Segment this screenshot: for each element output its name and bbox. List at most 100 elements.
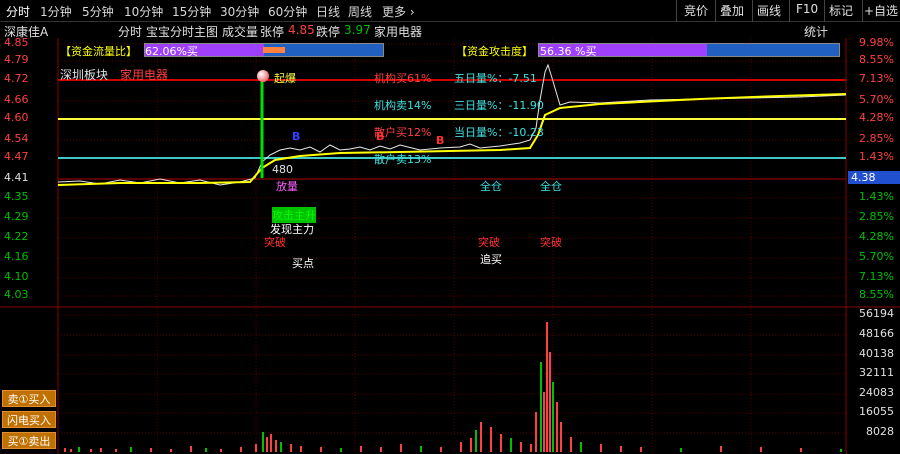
sell1-buy-button[interactable]: 卖①买入 — [2, 390, 56, 407]
volume-bar — [275, 440, 277, 452]
limit-up-value: 4.85 — [288, 23, 315, 37]
volume-bar — [500, 434, 502, 452]
board-value: 家用电器 — [120, 68, 169, 82]
three-day-volume: 三日量%：-11.90 — [454, 99, 544, 112]
price-tick-label: 4.35 — [4, 190, 29, 203]
volume-bar — [475, 430, 477, 452]
volume-label: 成交量 — [222, 25, 259, 39]
price-tick-label: 4.47 — [4, 150, 29, 163]
price-tick-label: 4.54 — [4, 132, 29, 145]
price-tick-label: 4.79 — [4, 53, 29, 66]
fund-attack-value: 56.36 %买 — [540, 45, 597, 58]
annotation-480: 480 — [272, 163, 293, 176]
volume-bar — [720, 446, 722, 452]
price-tick-label: 4.72 — [4, 72, 29, 85]
price-tick-label: 4.41 — [4, 171, 29, 184]
percent-tick-label: 7.13% — [859, 270, 894, 283]
annotation-start: 起爆 — [274, 72, 296, 85]
institution-sell: 机构卖14% — [374, 99, 432, 112]
price-tick-label: 4.22 — [4, 230, 29, 243]
volume-bar — [480, 422, 482, 452]
buy1-sell-button[interactable]: 买①卖出 — [2, 432, 56, 449]
volume-bar — [420, 446, 422, 452]
price-tick-label: 4.03 — [4, 288, 29, 301]
fund-flow-value: 62.06%买 — [145, 45, 198, 58]
volume-bar — [600, 444, 602, 452]
volume-bar — [556, 402, 558, 452]
price-tick-label: 4.66 — [4, 93, 29, 106]
volume-tick-label: 8028 — [866, 425, 894, 438]
volume-bar — [530, 444, 532, 452]
annotation-b-1: B — [292, 130, 301, 143]
volume-bar — [440, 447, 442, 452]
volume-bar — [510, 438, 512, 452]
annotation-chase-buy: 追买 — [480, 253, 502, 266]
percent-tick-label: 4.38 — [848, 171, 900, 184]
percent-tick-label: 4.28% — [859, 230, 894, 243]
board-label: 深圳板块 — [60, 68, 109, 82]
volume-tick-label: 48166 — [859, 327, 894, 340]
annotation-b-3: B — [436, 134, 445, 147]
limit-up-label: 张停 — [260, 25, 285, 39]
volume-bar — [570, 437, 572, 452]
volume-bar — [800, 448, 802, 452]
fund-flow-marker — [263, 47, 285, 53]
volume-bar — [255, 444, 257, 452]
main-indicator-name[interactable]: 宝宝分时主图 — [146, 23, 218, 40]
volume-bar — [115, 449, 117, 452]
volume-bar — [560, 422, 562, 452]
limit-down-value: 3.97 — [344, 23, 371, 37]
limit-down-label: 跌停 — [316, 25, 341, 39]
volume-bar — [90, 449, 92, 452]
price-tick-label: 4.29 — [4, 210, 29, 223]
price-tick-label: 4.16 — [4, 250, 29, 263]
volume-tick-label: 40138 — [859, 347, 894, 360]
volume-bar — [170, 449, 172, 452]
volume-bar — [220, 449, 222, 452]
volume-bar — [360, 446, 362, 452]
percent-tick-label: 9.98% — [859, 36, 894, 49]
price-tick-label: 4.60 — [4, 111, 29, 124]
price-tick-label: 4.10 — [4, 270, 29, 283]
volume-bars — [64, 322, 842, 452]
volume-bar — [540, 362, 542, 452]
volume-bar — [490, 427, 492, 452]
volume-bar — [205, 448, 207, 452]
volume-bar — [580, 442, 582, 452]
annotation-volume: 放量 — [276, 180, 298, 193]
institution-buy: 机构买61% — [374, 72, 432, 85]
volume-bar — [535, 412, 537, 452]
volume-bar — [680, 448, 682, 452]
volume-bar — [620, 446, 622, 452]
percent-tick-label: 1.43% — [859, 190, 894, 203]
annotation-break-2: 突破 — [478, 236, 500, 249]
volume-bar — [549, 352, 551, 452]
fund-flow-label: 【资金流量比】 — [60, 45, 137, 58]
volume-bar — [552, 382, 554, 452]
annotation-break-3: 突破 — [540, 236, 562, 249]
annotation-break-1: 突破 — [264, 236, 286, 249]
volume-tick-label: 16055 — [859, 405, 894, 418]
price-line — [57, 63, 847, 186]
chart-name: 分时 — [118, 25, 143, 39]
volume-bar — [546, 322, 548, 452]
percent-tick-label: 7.13% — [859, 72, 894, 85]
percent-tick-label: 2.85% — [859, 132, 894, 145]
five-day-volume: 五日量%：-7.51 — [454, 72, 537, 85]
flash-buy-button[interactable]: 闪电买入 — [2, 411, 56, 428]
retail-sell: 散户卖13% — [374, 153, 432, 166]
price-tick-label: 4.85 — [4, 36, 29, 49]
volume-bar — [190, 446, 192, 452]
percent-tick-label: 2.85% — [859, 210, 894, 223]
percent-tick-label: 8.55% — [859, 53, 894, 66]
stats-button[interactable]: 统计 — [804, 23, 828, 40]
volume-bar — [640, 447, 642, 452]
chart-grid — [0, 38, 900, 454]
volume-bar — [266, 437, 268, 452]
sector-name: 家用电器 — [374, 25, 423, 39]
chart-info-row: 深康佳A 分时 宝宝分时主图 成交量 张停 4.85 跌停 3.97 家用电器 … — [0, 22, 900, 40]
volume-bar — [300, 446, 302, 452]
volume-bar — [78, 447, 80, 452]
volume-tick-label: 32111 — [859, 366, 894, 379]
volume-bar — [150, 448, 152, 452]
